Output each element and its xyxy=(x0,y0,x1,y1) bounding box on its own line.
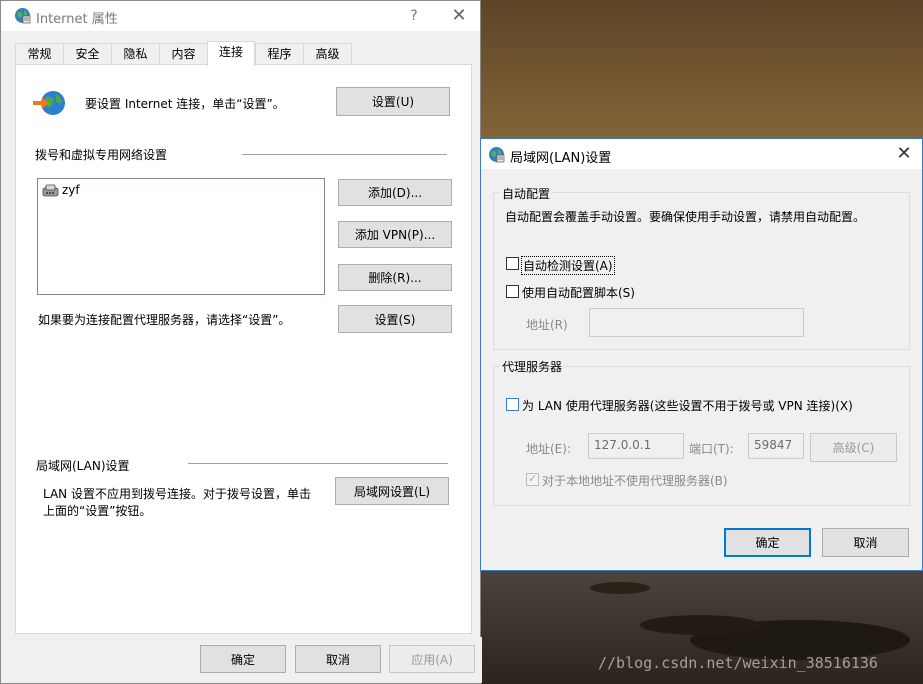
internet-globe-icon xyxy=(15,8,31,24)
tab-general[interactable]: 常规 xyxy=(15,43,64,65)
apply-button[interactable]: 应用(A) xyxy=(389,645,475,673)
network-setup-globe-icon xyxy=(33,91,65,115)
checkmark-icon: ✓ xyxy=(528,472,538,485)
title-bar: Internet 属性 ? ✕ xyxy=(1,1,480,31)
lan-section-title: 局域网(LAN)设置 xyxy=(36,459,130,473)
script-address-field[interactable] xyxy=(589,308,804,337)
section-divider xyxy=(188,463,448,464)
ok-button[interactable]: 确定 xyxy=(724,528,811,557)
connection-name: zyf xyxy=(62,183,80,197)
bypass-local-checkbox[interactable]: ✓ xyxy=(526,472,539,486)
dialog-button-bar: 确定 取消 应用(A) xyxy=(1,637,482,683)
auto-config-group-title: 自动配置 xyxy=(500,185,553,202)
ok-button[interactable]: 确定 xyxy=(200,645,286,673)
tab-security[interactable]: 安全 xyxy=(63,43,112,65)
internet-globe-icon xyxy=(489,147,505,163)
proxy-port-label: 端口(T): xyxy=(689,442,734,456)
auto-detect-label[interactable]: 自动检测设置(A) xyxy=(521,256,615,275)
lan-description-line1: LAN 设置不应用到拨号连接。对于拨号设置，单击 xyxy=(43,487,311,501)
tab-connections[interactable]: 连接 xyxy=(207,41,255,66)
dialog-title: 局域网(LAN)设置 xyxy=(510,151,612,166)
proxy-address-field[interactable]: 127.0.0.1 xyxy=(588,433,684,459)
close-button[interactable]: ✕ xyxy=(442,5,476,27)
close-button[interactable]: ✕ xyxy=(889,143,919,165)
window-title: Internet 属性 xyxy=(36,12,118,27)
proxy-address-label: 地址(E): xyxy=(526,442,571,456)
script-address-label: 地址(R) xyxy=(526,318,568,332)
settings-button[interactable]: 设置(S) xyxy=(338,305,452,333)
remove-button[interactable]: 删除(R)... xyxy=(338,264,452,291)
dialup-connection-icon xyxy=(42,184,59,197)
lan-settings-button[interactable]: 局域网设置(L) xyxy=(335,477,449,505)
connections-tab-panel: 要设置 Internet 连接，单击“设置”。 设置(U) 拨号和虚拟专用网络设… xyxy=(15,64,472,634)
cancel-button[interactable]: 取消 xyxy=(822,528,909,557)
use-script-label[interactable]: 使用自动配置脚本(S) xyxy=(522,284,635,301)
title-bar: 局域网(LAN)设置 ✕ xyxy=(481,139,922,169)
add-button[interactable]: 添加(D)... xyxy=(338,179,452,206)
help-button[interactable]: ? xyxy=(399,5,429,27)
use-proxy-label[interactable]: 为 LAN 使用代理服务器(这些设置不用于拨号或 VPN 连接)(X) xyxy=(522,397,853,414)
tab-content[interactable]: 内容 xyxy=(159,43,208,65)
tab-advanced[interactable]: 高级 xyxy=(303,43,352,65)
proxy-instruction-text: 如果要为连接配置代理服务器，请选择“设置”。 xyxy=(38,313,291,327)
watermark-text: //blog.csdn.net/weixin_38516136 xyxy=(598,654,878,672)
proxy-group-title: 代理服务器 xyxy=(500,358,565,375)
use-proxy-checkbox[interactable] xyxy=(506,398,519,411)
tab-privacy[interactable]: 隐私 xyxy=(111,43,160,65)
dialup-section-title: 拨号和虚拟专用网络设置 xyxy=(35,148,168,162)
advanced-button[interactable]: 高级(C) xyxy=(810,433,897,462)
lan-description-line2: 上面的“设置”按钮。 xyxy=(43,504,152,518)
cancel-button[interactable]: 取消 xyxy=(295,645,381,673)
use-script-checkbox[interactable] xyxy=(506,285,519,298)
auto-detect-checkbox[interactable] xyxy=(506,257,519,270)
connection-list[interactable]: zyf xyxy=(37,178,325,295)
section-divider xyxy=(242,154,447,155)
add-vpn-button[interactable]: 添加 VPN(P)... xyxy=(338,221,452,248)
internet-properties-window: Internet 属性 ? ✕ 常规 安全 隐私 内容 连接 程序 高级 要设置… xyxy=(0,0,482,684)
setup-button[interactable]: 设置(U) xyxy=(336,87,450,116)
tab-programs[interactable]: 程序 xyxy=(255,43,304,65)
setup-instruction-text: 要设置 Internet 连接，单击“设置”。 xyxy=(85,97,285,111)
bypass-local-label[interactable]: 对于本地地址不使用代理服务器(B) xyxy=(542,472,728,489)
lan-settings-dialog: 局域网(LAN)设置 ✕ 自动配置 自动配置会覆盖手动设置。要确保使用手动设置，… xyxy=(480,138,923,571)
auto-config-description: 自动配置会覆盖手动设置。要确保使用手动设置，请禁用自动配置。 xyxy=(505,210,866,224)
proxy-port-field[interactable]: 59847 xyxy=(748,433,804,459)
